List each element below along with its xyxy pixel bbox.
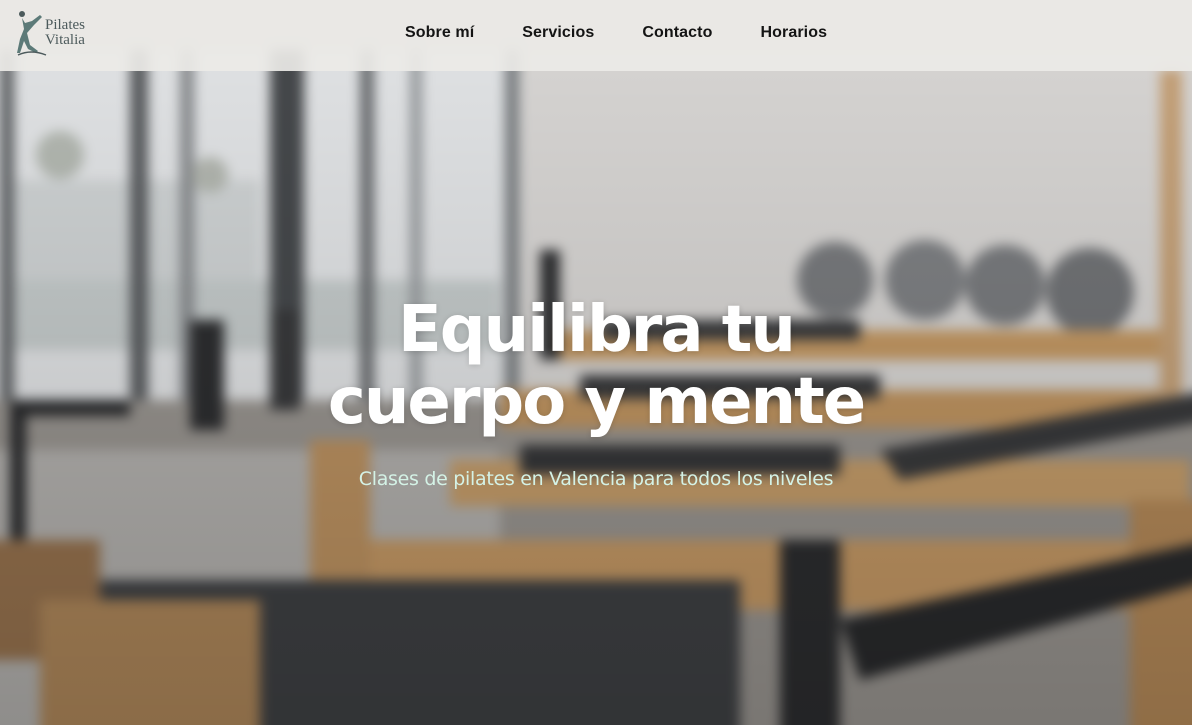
nav-link-servicios[interactable]: Servicios [522,24,594,42]
hero-subtitle: Clases de pilates en Valencia para todos… [358,468,834,490]
main-nav: Sobre mí Servicios Contacto Horarios [405,24,827,42]
hero-title-line1: Equilibra tu [398,293,796,367]
brand-name-line2: Vitalia [45,32,85,48]
nav-link-horarios[interactable]: Horarios [760,24,827,42]
brand-name-line1: Pilates [45,17,85,33]
page: Pilates Vitalia Sobre mí Servicios Conta… [0,0,1192,725]
brand-logo[interactable]: Pilates Vitalia [14,8,100,58]
nav-link-contacto[interactable]: Contacto [642,24,712,42]
hero-title-line2: cuerpo y mente [327,365,866,439]
nav-link-sobre-mi[interactable]: Sobre mí [405,24,474,42]
brand-name: Pilates Vitalia [45,18,85,48]
hero-title: Equilibra tu cuerpo y mente [0,294,1192,438]
pilates-figure-icon [17,11,47,56]
hero-section: Equilibra tu cuerpo y mente Clases de pi… [0,294,1192,490]
site-header: Pilates Vitalia Sobre mí Servicios Conta… [0,0,1192,71]
